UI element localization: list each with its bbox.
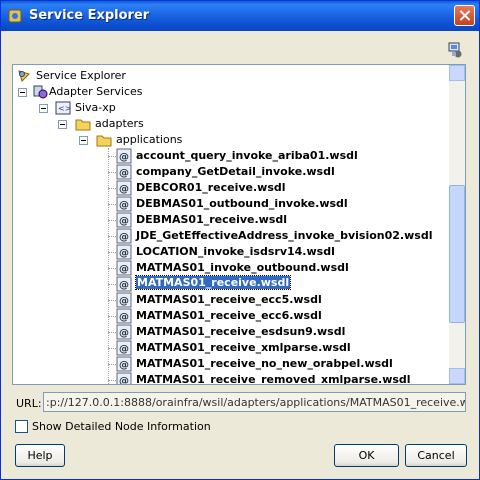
svg-text:@: @ [119,296,129,307]
svg-text:@: @ [119,312,129,323]
wsdl-icon: @ [116,292,132,308]
wsdl-file-label: company_GetDetail_invoke.wsdl [136,165,335,178]
tree-connector [108,364,116,365]
scroll-up-button[interactable] [449,65,465,81]
wsdl-file-label: DEBMAS01_receive.wsdl [136,213,288,226]
tree-label-adapters: adapters [95,117,144,130]
tree-connector [108,348,116,349]
show-details-label: Show Detailed Node Information [32,420,211,433]
wsdl-icon: @ [116,260,132,276]
wsdl-icon: @ [116,164,132,180]
service-explorer-icon [8,9,22,23]
adapter-services-icon [33,85,48,99]
tree-label-applications: applications [116,133,183,146]
tree-connector [108,252,116,253]
wsdl-icon: @ [116,356,132,372]
wsdl-icon: @ [116,308,132,324]
scroll-down-button[interactable] [449,368,465,384]
wsdl-icon: @ [116,196,132,212]
title-bar[interactable]: Service Explorer [1,1,479,31]
wsdl-file-label: JDE_GetEffectiveAddress_invoke_bvision02… [136,229,433,242]
expander-applications[interactable] [79,136,88,145]
expander-adapters[interactable] [58,120,67,129]
server-icon: <> [55,101,71,115]
wsdl-icon: @ [116,276,132,292]
wsdl-file-label: MATMAS01_receive_removed_xmlparse.wsdl [136,373,411,385]
folder-icon [75,119,91,131]
tree-label-server: Siva-xp [75,101,116,114]
svg-text:@: @ [119,168,129,179]
svg-text:@: @ [119,216,129,227]
help-button[interactable]: Help [15,444,65,467]
url-label: URL: [16,397,42,410]
tree-connector [108,236,116,237]
svg-text:@: @ [119,376,129,385]
wsdl-icon: @ [116,148,132,164]
svg-text:@: @ [119,328,129,339]
ok-button[interactable]: OK [334,444,399,467]
cancel-button-label: Cancel [417,449,455,462]
wsdl-file-label: DEBCOR01_receive.wsdl [136,181,286,194]
expander-server[interactable] [39,104,48,113]
help-button-label: Help [27,449,53,462]
svg-text:@: @ [119,200,129,211]
wsdl-icon: @ [116,244,132,260]
svg-text:@: @ [119,152,129,163]
tree-label-adapter-services: Adapter Services [49,85,143,98]
tree-connector [108,268,116,269]
tree-connector [108,380,116,381]
tree-connector [108,148,109,384]
service-explorer-tree-icon [18,70,30,82]
wsdl-file-label: MATMAS01_receive_no_new_orabpel.wsdl [136,357,393,370]
ok-button-label: OK [358,449,375,462]
service-explorer-dialog: Service Explorer Service Explorer Adapte… [0,0,480,480]
folder-icon [96,135,112,147]
wsdl-icon: @ [116,372,132,385]
expander-adapter-services[interactable] [18,88,27,97]
wsdl-icon: @ [116,180,132,196]
tree-vertical-scrollbar[interactable] [449,65,465,384]
wsdl-file-label: account_query_invoke_ariba01.wsdl [136,149,358,162]
tree-connector [108,204,116,205]
wsdl-icon: @ [116,212,132,228]
wsdl-file-label: MATMAS01_receive.wsdl [134,275,292,290]
service-tree[interactable]: Service Explorer Adapter Services <> Siv… [12,64,466,385]
tree-connector [108,188,116,189]
tree-connector [108,156,116,157]
svg-text:@: @ [119,280,129,291]
tree-content: Service Explorer Adapter Services <> Siv… [13,65,450,384]
cancel-button[interactable]: Cancel [405,444,467,467]
close-button[interactable] [454,5,475,26]
url-input[interactable] [44,393,465,411]
window-title: Service Explorer [29,8,150,23]
tree-connector [108,172,116,173]
svg-text:<>: <> [58,104,71,113]
wsdl-file-label: MATMAS01_receive_xmlparse.wsdl [136,341,351,354]
tree-connector [108,316,116,317]
svg-text:@: @ [119,184,129,195]
wsdl-icon: @ [116,340,132,356]
svg-text:@: @ [119,264,129,275]
wsdl-file-label: MATMAS01_receive_esdsun9.wsdl [136,325,346,338]
wsdl-icon: @ [116,324,132,340]
wsdl-file-label: MATMAS01_receive_ecc6.wsdl [136,309,322,322]
svg-text:@: @ [119,360,129,371]
wsdl-file-label: MATMAS01_receive_ecc5.wsdl [136,293,322,306]
svg-text:@: @ [119,248,129,259]
show-details-checkbox[interactable] [15,420,28,433]
svg-text:@: @ [119,344,129,355]
wsdl-file-label: LOCATION_invoke_isdsrv14.wsdl [136,245,335,258]
tree-connector [108,284,116,285]
refresh-services-icon[interactable] [447,42,463,58]
svg-text:@: @ [119,232,129,243]
tree-connector [108,220,116,221]
tree-connector [108,300,116,301]
wsdl-icon: @ [116,228,132,244]
scroll-thumb[interactable] [449,185,465,323]
tree-label-root: Service Explorer [36,69,126,82]
wsdl-file-label: DEBMAS01_outbound_invoke.wsdl [136,197,348,210]
wsdl-file-label: MATMAS01_invoke_outbound.wsdl [136,261,349,274]
tree-connector [108,332,116,333]
url-field[interactable] [43,392,466,412]
